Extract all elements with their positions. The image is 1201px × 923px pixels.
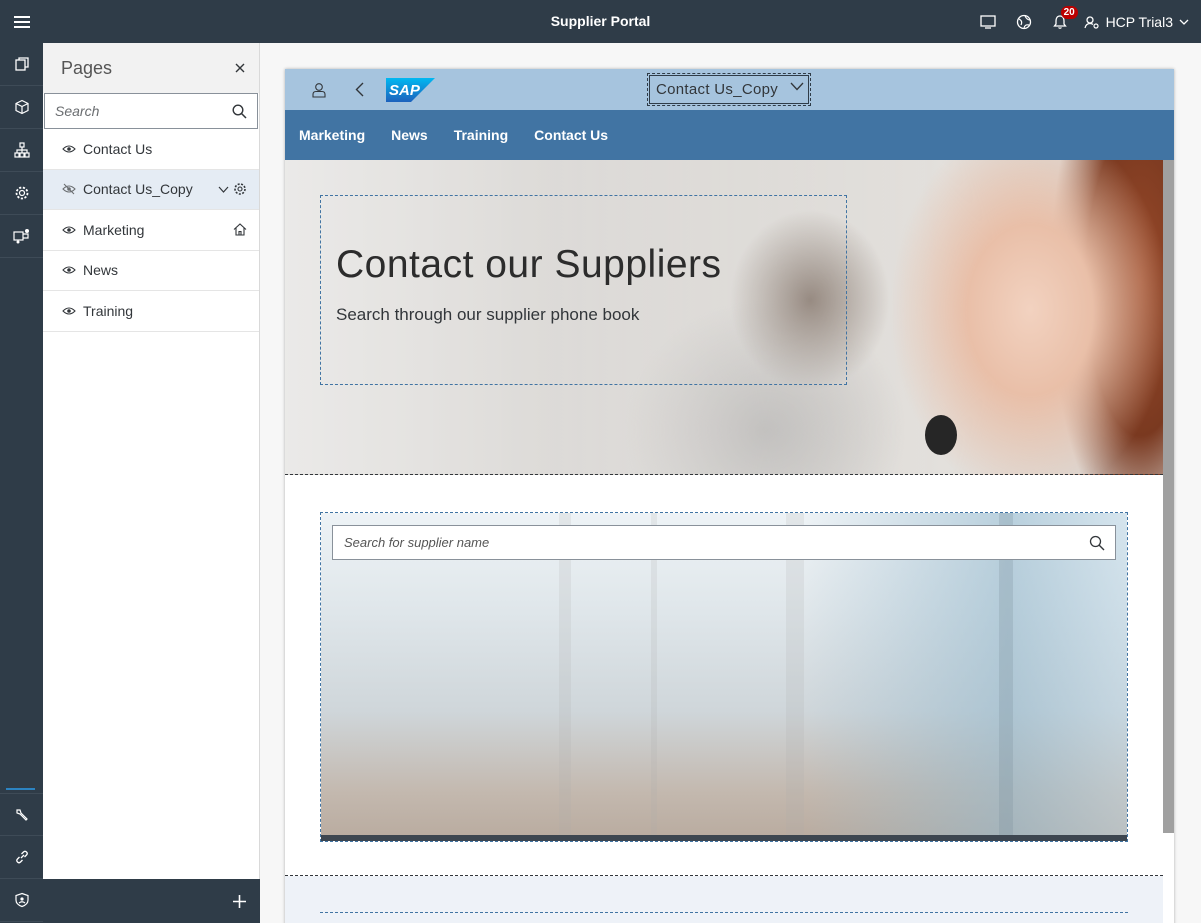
settings-icon xyxy=(15,186,28,200)
supplier-search-placeholder: Search for supplier name xyxy=(344,535,490,550)
bg-stripe xyxy=(786,513,804,841)
back-icon xyxy=(355,82,363,97)
hamburger-menu-button[interactable] xyxy=(0,0,43,43)
page-item-label: Contact Us xyxy=(83,140,153,157)
bg-stripe xyxy=(651,513,657,841)
page-item-contact-us-copy[interactable]: Contact Us_Copy xyxy=(43,169,259,210)
page-item-marketing[interactable]: Marketing xyxy=(43,210,259,251)
page-item-news[interactable]: News xyxy=(43,251,259,291)
eye-icon xyxy=(62,145,76,153)
user-icon xyxy=(312,82,326,98)
site-preview: SAP Contact Us_Copy Marketing News Train… xyxy=(285,69,1174,923)
home-icon xyxy=(233,223,247,236)
chevron-down-icon[interactable] xyxy=(218,186,229,193)
nav-news[interactable]: News xyxy=(391,127,428,143)
menu-icon xyxy=(13,15,30,28)
hierarchy-icon xyxy=(13,142,30,158)
user-name: HCP Trial3 xyxy=(1105,13,1173,30)
next-section[interactable] xyxy=(285,876,1163,923)
chevron-down-icon xyxy=(790,82,804,91)
hero-text-block[interactable]: Contact our Suppliers Search through our… xyxy=(320,195,847,385)
pages-panel-title: Pages xyxy=(61,57,113,78)
rail-links-button[interactable] xyxy=(0,836,43,879)
close-icon[interactable] xyxy=(235,63,245,73)
rail-security-button[interactable] xyxy=(0,879,43,922)
notification-badge: 20 xyxy=(1060,6,1078,19)
nav-contact-us[interactable]: Contact Us xyxy=(534,127,608,143)
page-selector-value: Contact Us_Copy xyxy=(656,81,779,98)
pages-search-field[interactable] xyxy=(44,93,258,129)
site-back-button[interactable] xyxy=(347,69,371,110)
editor-canvas: SAP Contact Us_Copy Marketing News Train… xyxy=(260,43,1201,923)
search-icon[interactable] xyxy=(1089,535,1105,551)
rail-pages-button[interactable] xyxy=(0,43,43,86)
shell-actions: 20 HCP Trial3 xyxy=(970,0,1201,43)
add-icon xyxy=(233,894,246,908)
section-bottom-bar xyxy=(321,835,1127,841)
page-item-label: Training xyxy=(83,302,134,319)
rail-settings-button[interactable] xyxy=(0,172,43,215)
publish-button[interactable] xyxy=(1006,0,1042,43)
pages-icon xyxy=(14,57,29,71)
page-item-label: Marketing xyxy=(83,221,145,238)
shell-bar: Supplier Portal 20 HCP Trial3 xyxy=(0,0,1201,43)
nav-marketing[interactable]: Marketing xyxy=(299,127,365,143)
next-section-block[interactable] xyxy=(320,912,1128,923)
sap-logo-icon: SAP xyxy=(385,77,435,102)
preview-scrollbar[interactable] xyxy=(1163,160,1174,833)
settings-icon[interactable] xyxy=(233,182,247,196)
rail-services-button[interactable] xyxy=(0,215,43,258)
rail-hierarchy-button[interactable] xyxy=(0,129,43,172)
sap-logo: SAP xyxy=(385,69,435,110)
user-settings-icon xyxy=(1083,15,1099,29)
eye-icon xyxy=(62,226,76,234)
rail-separator xyxy=(6,788,35,790)
eye-hidden-icon xyxy=(62,183,76,195)
device-preview-button[interactable] xyxy=(970,0,1006,43)
page-item-label: News xyxy=(83,262,119,279)
globe-icon xyxy=(1016,14,1031,29)
add-page-button[interactable] xyxy=(43,879,260,923)
monitor-icon xyxy=(979,14,996,29)
svg-text:SAP: SAP xyxy=(389,82,421,99)
headset-mic-shape xyxy=(925,415,957,455)
search-icon[interactable] xyxy=(232,103,247,119)
bg-stripe xyxy=(999,513,1013,841)
nav-training[interactable]: Training xyxy=(454,127,508,143)
pages-panel-header: Pages xyxy=(43,43,259,93)
cube-icon xyxy=(14,99,29,115)
user-menu[interactable]: HCP Trial3 xyxy=(1078,0,1201,43)
page-selector-dropdown[interactable]: Contact Us_Copy xyxy=(647,73,811,106)
eye-icon xyxy=(62,266,76,274)
supplier-search-input[interactable]: Search for supplier name xyxy=(332,525,1116,560)
page-item-contact-us[interactable]: Contact Us xyxy=(43,129,259,170)
site-top-bar: SAP Contact Us_Copy xyxy=(285,69,1174,110)
pages-search-input[interactable] xyxy=(55,103,215,119)
eye-icon xyxy=(62,307,76,315)
rail-content-button[interactable] xyxy=(0,86,43,129)
site-navigation: Marketing News Training Contact Us xyxy=(285,110,1174,160)
page-item-training[interactable]: Training xyxy=(43,291,259,332)
page-item-label: Contact Us_Copy xyxy=(83,181,193,198)
pages-list: Contact Us Contact Us_Copy Marketing New… xyxy=(43,129,259,332)
wrench-icon xyxy=(15,808,28,821)
hero-banner[interactable]: Contact our Suppliers Search through our… xyxy=(285,160,1163,475)
pages-panel: Pages Contact Us Contact Us_Copy Marketi… xyxy=(43,43,260,923)
bg-stripe xyxy=(559,513,571,841)
side-navigation-rail xyxy=(0,43,43,923)
rail-tools-button[interactable] xyxy=(0,793,43,836)
notifications-button[interactable]: 20 xyxy=(1042,0,1078,43)
hero-title: Contact our Suppliers xyxy=(336,243,722,286)
hero-subtitle: Search through our supplier phone book xyxy=(336,305,640,324)
services-icon xyxy=(12,229,29,244)
shield-icon xyxy=(14,892,29,908)
site-user-button[interactable] xyxy=(307,69,331,110)
link-icon xyxy=(15,850,28,864)
supplier-search-section[interactable]: Search for supplier name xyxy=(320,512,1128,842)
chevron-down-icon xyxy=(1179,19,1189,25)
